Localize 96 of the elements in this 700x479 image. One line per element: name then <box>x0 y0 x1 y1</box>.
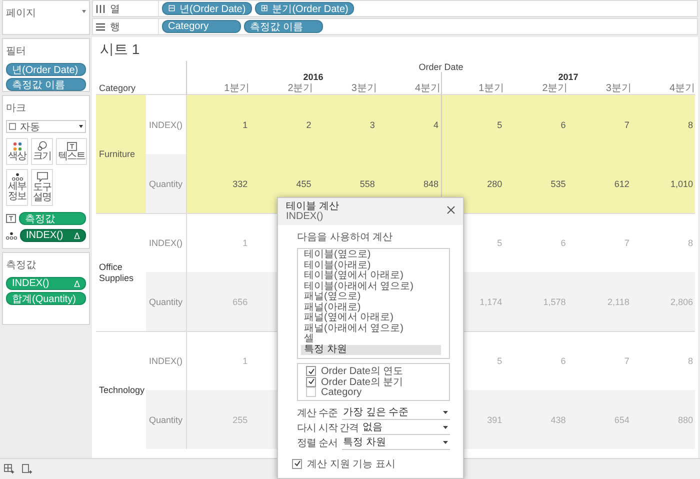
card-title: 페이지 <box>6 7 36 20</box>
table-cell: 654 <box>568 390 632 449</box>
quarter-header: 1분기 <box>224 82 250 95</box>
delta-icon: Δ <box>74 230 80 240</box>
mark-property-button[interactable]: 세부 정보 <box>6 169 28 206</box>
caret-icon[interactable] <box>443 440 448 444</box>
close-icon[interactable] <box>447 206 455 214</box>
mark-property-button[interactable]: 색상 <box>6 138 28 165</box>
rows-icon <box>96 22 105 30</box>
list-item[interactable]: 셀 <box>301 334 441 344</box>
checkbox-label: Order Date의 분기 <box>321 376 404 388</box>
sheet-plus-icon[interactable] <box>22 464 33 474</box>
checkbox-label: Category <box>321 386 362 398</box>
row-header: Category <box>99 83 136 93</box>
speech-bubble-icon <box>36 172 48 182</box>
list-item[interactable]: 패널(아래에서 옆으로) <box>301 324 441 334</box>
measure-name-cell: Quantity <box>146 272 186 331</box>
card-title: 측정값 <box>6 259 37 272</box>
setting-label: 다시 시작 간격 <box>297 422 359 434</box>
table-cell: 6 <box>504 95 568 154</box>
caret-icon[interactable] <box>79 125 83 128</box>
shelf-label: 행 <box>110 20 120 34</box>
caret-icon[interactable] <box>443 410 448 414</box>
caret-icon[interactable] <box>443 426 448 428</box>
table-cell: 1 <box>186 95 250 154</box>
sheet-title: 시트 1 <box>100 41 140 57</box>
year-header: 2017 <box>558 72 578 82</box>
category-cell: Furniture <box>96 95 146 213</box>
setting-dropdown[interactable]: 특정 차원 <box>342 436 450 450</box>
table-cell: 2 <box>250 95 314 154</box>
measure-name-cell: Quantity <box>146 390 186 449</box>
checkbox-label: Order Date의 연도 <box>321 365 404 378</box>
list-item[interactable]: 테이블(아래로) <box>301 260 441 271</box>
table-cell: 2,806 <box>631 272 695 331</box>
quarter-header: 4분기 <box>669 82 695 95</box>
table-cell: 332 <box>186 154 250 213</box>
quarter-header: 3분기 <box>351 82 377 95</box>
card-title: 필터 <box>6 45 27 58</box>
table-cell: 880 <box>631 390 695 449</box>
table-cell: 255 <box>186 390 250 449</box>
column-header: Order Date <box>186 61 695 72</box>
table-cell: 535 <box>504 154 568 213</box>
setting-label: 정렬 순서 <box>297 436 338 450</box>
text-icon <box>6 214 16 223</box>
table-cell: 7 <box>568 95 632 154</box>
measure-name-cell: Quantity <box>146 154 186 213</box>
measure-name-cell-text: INDEX() <box>148 118 184 132</box>
delta-icon: Δ <box>74 278 80 288</box>
mark-property-button[interactable]: 텍스트 <box>56 138 87 165</box>
quarter-header: 3분기 <box>606 82 632 95</box>
checkbox[interactable] <box>306 376 316 387</box>
table-cell: 8 <box>631 95 695 154</box>
quarter-header: 1분기 <box>478 82 504 95</box>
size-icon <box>37 141 47 151</box>
table-cell: 438 <box>504 390 568 449</box>
checkbox[interactable] <box>292 458 302 469</box>
list-item[interactable]: 테이블(옆으로) <box>301 250 441 260</box>
setting-dropdown[interactable]: 없음 <box>362 420 450 434</box>
text-icon <box>66 142 76 150</box>
list-item[interactable]: 패널(아래로) <box>301 302 441 313</box>
table-cell: 1,010 <box>631 154 695 213</box>
square-icon <box>9 123 16 130</box>
table-cell: 5 <box>440 95 504 154</box>
table-cell: 656 <box>186 272 250 331</box>
dots-icon <box>12 173 22 181</box>
card-title: 마크 <box>6 102 27 115</box>
list-item[interactable]: 패널(옆으로) <box>301 292 441 302</box>
dialog-subtitle: INDEX() <box>286 212 324 222</box>
setting-dropdown[interactable]: 가장 깊은 수준 <box>342 406 450 420</box>
dots-icon <box>6 232 17 240</box>
quarter-header: 2분기 <box>542 82 568 95</box>
table-cell: 4 <box>376 95 440 154</box>
field-pill[interactable]: INDEX() Δ <box>20 229 86 242</box>
list-item[interactable]: 특정 차원 <box>301 344 441 355</box>
quarter-header: 4분기 <box>414 82 440 95</box>
grid-plus-icon[interactable] <box>4 464 15 474</box>
quarter-header: 2분기 <box>288 82 314 95</box>
compute-using-label: 다음을 사용하여 계산 <box>297 232 394 244</box>
list-item[interactable]: 테이블(아래에서 옆으로) <box>301 282 441 292</box>
checkbox[interactable] <box>306 366 316 376</box>
year-header: 2016 <box>303 72 324 82</box>
mark-property-button[interactable]: 크기 <box>31 138 53 165</box>
list-item[interactable]: 패널(옆에서 아래로) <box>301 313 441 324</box>
shelf-label: 열 <box>110 2 120 16</box>
columns-icon <box>96 4 105 12</box>
table-cell: 1,578 <box>504 272 568 331</box>
table-cell: 3 <box>313 95 377 154</box>
checkbox[interactable] <box>306 387 316 398</box>
setting-label: 계산 수준 <box>297 406 338 420</box>
mark-property-button[interactable]: 도구 설명 <box>31 169 53 206</box>
table-cell: 612 <box>568 154 632 213</box>
list-item[interactable]: 테이블(옆에서 아래로) <box>301 271 441 282</box>
checkbox-label: 계산 지원 기능 표시 <box>307 458 396 471</box>
mark-type-dropdown[interactable]: 자동 <box>6 120 86 133</box>
color-dots-icon <box>12 142 22 150</box>
table-cell: 2,118 <box>568 272 632 331</box>
